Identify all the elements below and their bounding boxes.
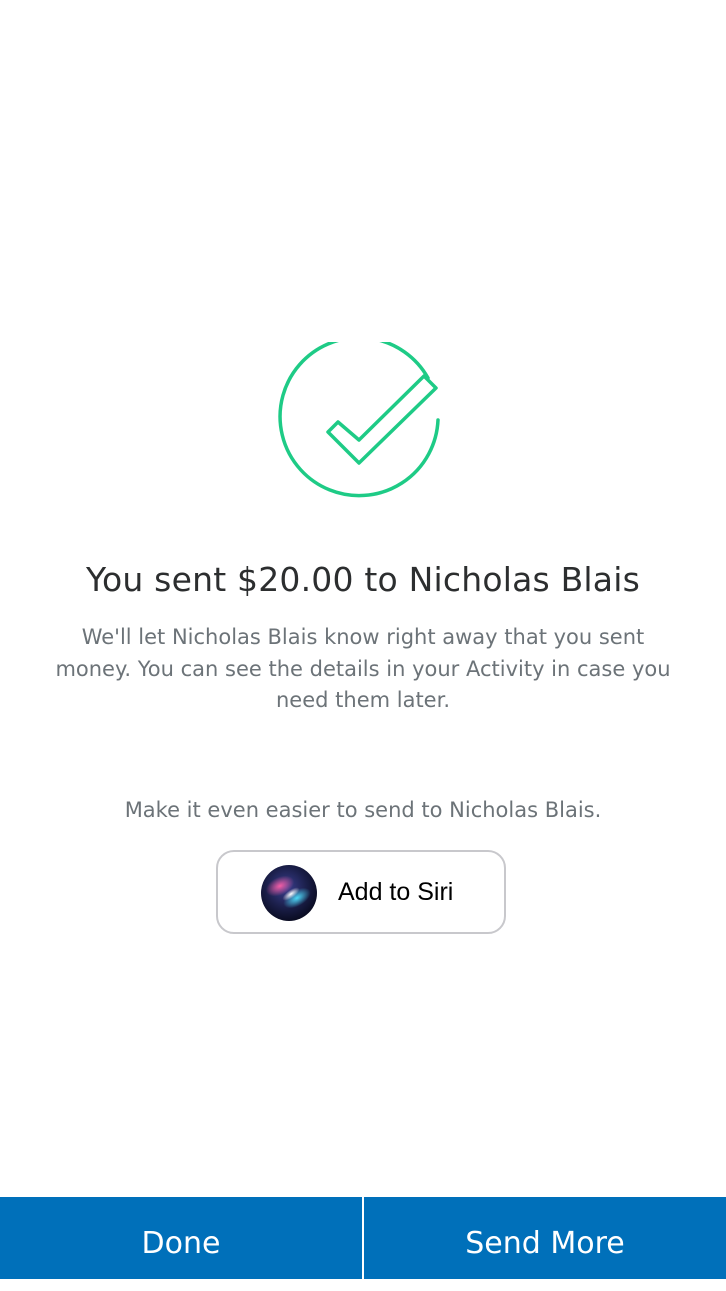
- siri-icon: [260, 864, 318, 922]
- add-to-siri-button[interactable]: Add to Siri: [216, 850, 506, 934]
- siri-prompt-text: Make it even easier to send to Nicholas …: [124, 798, 602, 822]
- checkmark-circle-icon: [278, 335, 448, 512]
- add-to-siri-label: Add to Siri: [338, 878, 454, 906]
- confirmation-headline: You sent $20.00 to Nicholas Blais: [86, 560, 640, 599]
- send-more-button[interactable]: Send More: [364, 1197, 726, 1279]
- bottom-action-bar: Done Send More: [0, 1197, 726, 1279]
- confirmation-message: We'll let Nicholas Blais know right away…: [55, 625, 671, 712]
- done-button[interactable]: Done: [0, 1197, 362, 1279]
